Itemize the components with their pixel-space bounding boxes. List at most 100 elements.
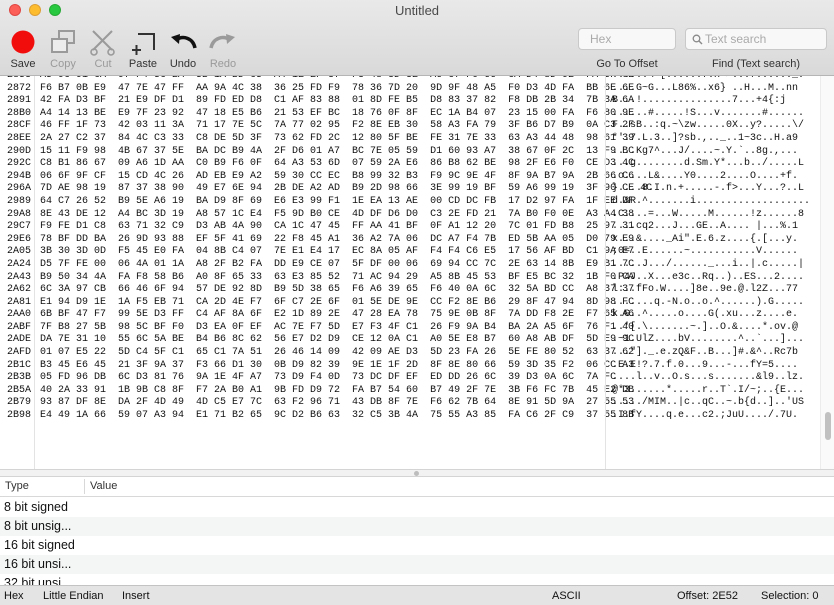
hex-row-ascii: ...g........d.Sm.Y*...b../.....L bbox=[612, 158, 805, 170]
inspector-type-cell: 8 bit unsig... bbox=[4, 519, 72, 533]
hex-row[interactable]: 2B3B 05 FD 96 DB 6C D3 81 76 9A 1E 4F A7 … bbox=[0, 372, 820, 385]
data-inspector-table: Type Value 8 bit signed 8 bit unsig... 1… bbox=[0, 477, 834, 585]
hex-row[interactable]: 2B1C B3 45 E6 45 21 3F 9A 37 F3 66 D1 30 … bbox=[0, 360, 820, 373]
hex-offset-input[interactable]: Hex bbox=[578, 28, 676, 50]
hex-row[interactable]: 2B79 93 87 DF 8E DA 2F 4D 49 4D C5 E7 7C … bbox=[0, 397, 820, 410]
scissors-icon bbox=[90, 30, 115, 56]
hex-row-bytes: DA 7E 31 10 55 6C 5A BE B4 B6 8C 62 56 E… bbox=[40, 334, 635, 346]
hex-editor-view[interactable]: 2853 A5 9C 91 CA 97 F4 5C 2A 5B 1A BD C5 … bbox=[0, 76, 834, 469]
hex-row-ascii: F..sB..:q.~\zw.....0X..y?.....\/ bbox=[612, 120, 805, 132]
hex-row-ascii: ..'[.\.......~.]..O.&....*.ov.@ bbox=[612, 321, 799, 333]
hex-row[interactable]: 2ABF 7F B8 27 5B 98 5C BF F0 D3 EA 0F EF … bbox=[0, 322, 820, 335]
hex-scrollbar-thumb[interactable] bbox=[825, 412, 831, 440]
hex-row-ascii: l:..fFo.W....]8e..9e.@.l2Z...77 bbox=[612, 284, 799, 296]
hex-row[interactable]: 28EE 2A 27 C2 37 84 4C C3 33 C8 DE 5D 3F … bbox=[0, 133, 820, 146]
hex-row-bytes: 6C 3A 97 CB 66 46 6F 94 57 DE 92 8D B9 5… bbox=[40, 284, 635, 296]
hex-row[interactable]: 2AA0 6B BF 47 F7 99 5E D3 FF C4 AF 8A 6F … bbox=[0, 309, 820, 322]
hex-row-offset: 2AA0 bbox=[7, 309, 32, 321]
hex-row[interactable]: 2ADE DA 7E 31 10 55 6C 5A BE B4 B6 8C 62 … bbox=[0, 334, 820, 347]
hex-row-ascii: x...&...._Ai".E.6.z....{.[...y. bbox=[612, 233, 799, 245]
hex-row-ascii: .o....L&....Y0....2....O....+f. bbox=[612, 170, 799, 182]
hex-row[interactable]: 2A81 E1 94 D9 1E 1A F5 EB 71 CA 2D 4E F7 … bbox=[0, 297, 820, 310]
window-titlebar: Untitled Save Copy Cut Paste Undo Redo H… bbox=[0, 0, 834, 76]
inspector-header: Type Value bbox=[0, 477, 834, 497]
status-insert-mode[interactable]: Insert bbox=[122, 590, 150, 602]
inspector-row[interactable]: 8 bit unsig... bbox=[0, 517, 834, 536]
copy-icon bbox=[51, 30, 75, 53]
hex-row-ascii: .P4J..X...e3c..Rq..)..ES...2.... bbox=[612, 271, 805, 283]
hex-row-offset: 2AFD bbox=[7, 347, 32, 359]
hex-row-bytes: D5 7F FE 00 06 4A 01 1A A8 2F B2 FA DD E… bbox=[40, 258, 635, 270]
hex-row-offset: 294B bbox=[7, 170, 32, 182]
hex-row[interactable]: 2B98 E4 49 1A 66 59 07 A3 94 E1 71 B2 65 … bbox=[0, 410, 820, 423]
record-icon bbox=[11, 30, 35, 54]
hex-row-bytes: 2A 27 C2 37 84 4C C3 33 C8 DE 5D 3F 73 6… bbox=[40, 132, 635, 144]
hex-row-offset: 290D bbox=[7, 145, 32, 157]
status-mode[interactable]: Hex bbox=[4, 590, 24, 602]
hex-row[interactable]: 2853 A5 9C 91 CA 97 F4 5C 2A 5B 1A BD C5 … bbox=[0, 76, 820, 83]
hex-vertical-scrollbar[interactable] bbox=[820, 76, 834, 469]
column-header-type[interactable]: Type bbox=[5, 480, 29, 492]
hex-row-offset: 2B98 bbox=[7, 410, 32, 422]
hex-row-offset: 28B0 bbox=[7, 107, 32, 119]
hex-row[interactable]: 2B5A 40 2A 33 91 1B 9B C8 8F F7 2A B0 A1 … bbox=[0, 385, 820, 398]
hex-row-ascii: ;0=..E......~...........V...... bbox=[612, 246, 799, 258]
hex-row[interactable]: 2891 42 FA D3 BF 21 E9 DF D1 89 FD ED D8 … bbox=[0, 95, 820, 108]
inspector-type-cell: 16 bit unsi... bbox=[4, 557, 72, 571]
header-divider bbox=[84, 479, 85, 494]
hex-row-ascii: }....8.I.n.+.....-.f>...Y...?..L bbox=[612, 183, 805, 195]
hex-row[interactable]: 2A62 6C 3A 97 CB 66 46 6F 94 57 DE 92 8D … bbox=[0, 284, 820, 297]
hex-row-ascii: .I.fY....q.e...c2.;JuU..../.7U. bbox=[612, 410, 799, 422]
redo-arrow-icon bbox=[209, 34, 235, 49]
hex-row[interactable]: 296A 7D AE 98 19 87 37 38 90 49 E7 6E 94 … bbox=[0, 183, 820, 196]
hex-row-bytes: 01 07 E5 22 5D C4 5F C1 65 C1 7A 51 26 4… bbox=[40, 347, 635, 359]
hex-row[interactable]: 29C7 F9 FE D1 C8 63 71 32 C9 D3 AB 4A 90 … bbox=[0, 221, 820, 234]
hex-row-bytes: 8E 43 DE 12 A4 BC 3D 19 A8 57 1C E4 F5 9… bbox=[40, 208, 635, 220]
inspector-row[interactable]: 16 bit unsi... bbox=[0, 555, 834, 574]
inspector-row[interactable]: 8 bit signed bbox=[0, 498, 834, 517]
hex-row-offset: 2B5A bbox=[7, 384, 32, 396]
hex-row[interactable]: 290D 15 11 F9 98 4B 67 37 5E BA DC B9 4A … bbox=[0, 146, 820, 159]
pane-splitter[interactable] bbox=[0, 469, 834, 477]
hex-row[interactable]: 292C C8 B1 86 67 09 A6 1D AA C0 B9 F6 0F … bbox=[0, 158, 820, 171]
hex-row[interactable]: 2A24 D5 7F FE 00 06 4A 01 1A A8 2F B2 FA … bbox=[0, 259, 820, 272]
hex-row-bytes: 15 11 F9 98 4B 67 37 5E BA DC B9 4A 2F D… bbox=[40, 145, 635, 157]
hex-row-ascii: ..."]._.e.zQ&F..B...]#.&^..Rc7b bbox=[612, 347, 799, 359]
hex-row-offset: 2B1C bbox=[7, 359, 32, 371]
inspector-row[interactable]: 32 bit unsi... bbox=[0, 574, 834, 585]
hex-row-offset: 2B3B bbox=[7, 372, 32, 384]
status-endianness[interactable]: Little Endian bbox=[43, 590, 104, 602]
hex-row[interactable]: 2872 F6 B7 0B E9 47 7E 47 FF AA 9A 4C 38 … bbox=[0, 83, 820, 96]
hex-row[interactable]: 2A43 B9 50 34 4A FA F8 58 B6 A0 8F 65 33 … bbox=[0, 272, 820, 285]
hex-row-bytes: A4 14 13 BE E9 7F 23 92 47 18 E5 B6 21 5… bbox=[40, 107, 635, 119]
inspector-type-cell: 8 bit signed bbox=[4, 500, 68, 514]
hex-row[interactable]: 2A05 3B 30 3D 0D F5 45 E0 FA 04 8B C4 07 … bbox=[0, 246, 820, 259]
status-encoding[interactable]: ASCII bbox=[552, 590, 581, 602]
hex-row-ascii: ......#.....!S...v.......#...... bbox=[612, 107, 805, 119]
hex-row-bytes: E1 94 D9 1E 1A F5 EB 71 CA 2D 4E F7 6F C… bbox=[40, 296, 635, 308]
hex-row-bytes: 64 C7 26 52 B9 5E A6 19 BA D9 8F 69 E6 E… bbox=[40, 195, 635, 207]
hex-row-offset: 2891 bbox=[7, 95, 32, 107]
inspector-row[interactable]: 16 bit signed bbox=[0, 536, 834, 555]
column-header-value[interactable]: Value bbox=[90, 480, 117, 492]
search-icon bbox=[692, 34, 703, 45]
text-search-input[interactable]: Text search bbox=[685, 28, 827, 50]
splitter-handle-icon[interactable] bbox=[414, 471, 419, 476]
hex-row[interactable]: 28B0 A4 14 13 BE E9 7F 23 92 47 18 E5 B6 … bbox=[0, 108, 820, 121]
hex-row[interactable]: 29E6 78 BF DD BA 26 9D 93 88 EF 5F 41 69 … bbox=[0, 234, 820, 247]
hex-row-offset: 2A43 bbox=[7, 271, 32, 283]
hex-row[interactable]: 2AFD 01 07 E5 22 5D C4 5F C1 65 C1 7A 51 … bbox=[0, 347, 820, 360]
hex-row[interactable]: 28CF 46 FF 1F 73 42 03 11 3A 71 17 7E 5C … bbox=[0, 120, 820, 133]
hex-row-bytes: F6 B7 0B E9 47 7E 47 FF AA 9A 4C 38 36 2… bbox=[40, 82, 635, 94]
hex-row-ascii: .....J.../......_...i..|.c.....| bbox=[612, 258, 805, 270]
hex-row-bytes: F9 FE D1 C8 63 71 32 C9 D3 AB 4A 90 CA 1… bbox=[40, 221, 635, 233]
redo-button[interactable]: Redo bbox=[203, 26, 243, 74]
hex-row-ascii: ....G~G...L86%..x6} ..H...M..nn bbox=[612, 82, 799, 94]
hex-row[interactable]: 29A8 8E 43 DE 12 A4 BC 3D 19 A8 57 1C E4 … bbox=[0, 209, 820, 222]
hex-row-bytes: 05 FD 96 DB 6C D3 81 76 9A 1E 4F A7 73 D… bbox=[40, 372, 617, 384]
hex-row-bytes: B3 45 E6 45 21 3F 9A 37 F3 66 D1 30 0B D… bbox=[40, 359, 635, 371]
hex-row[interactable]: 2989 64 C7 26 52 B9 5E A6 19 BA D9 8F 69 … bbox=[0, 196, 820, 209]
hex-row-ascii: .......q.-N.o..o.^......).G..... bbox=[612, 296, 805, 308]
paste-icon bbox=[132, 33, 155, 55]
hex-row[interactable]: 294B 06 6F 9F CF 15 CD 4C 26 AD EB E9 A2 … bbox=[0, 171, 820, 184]
